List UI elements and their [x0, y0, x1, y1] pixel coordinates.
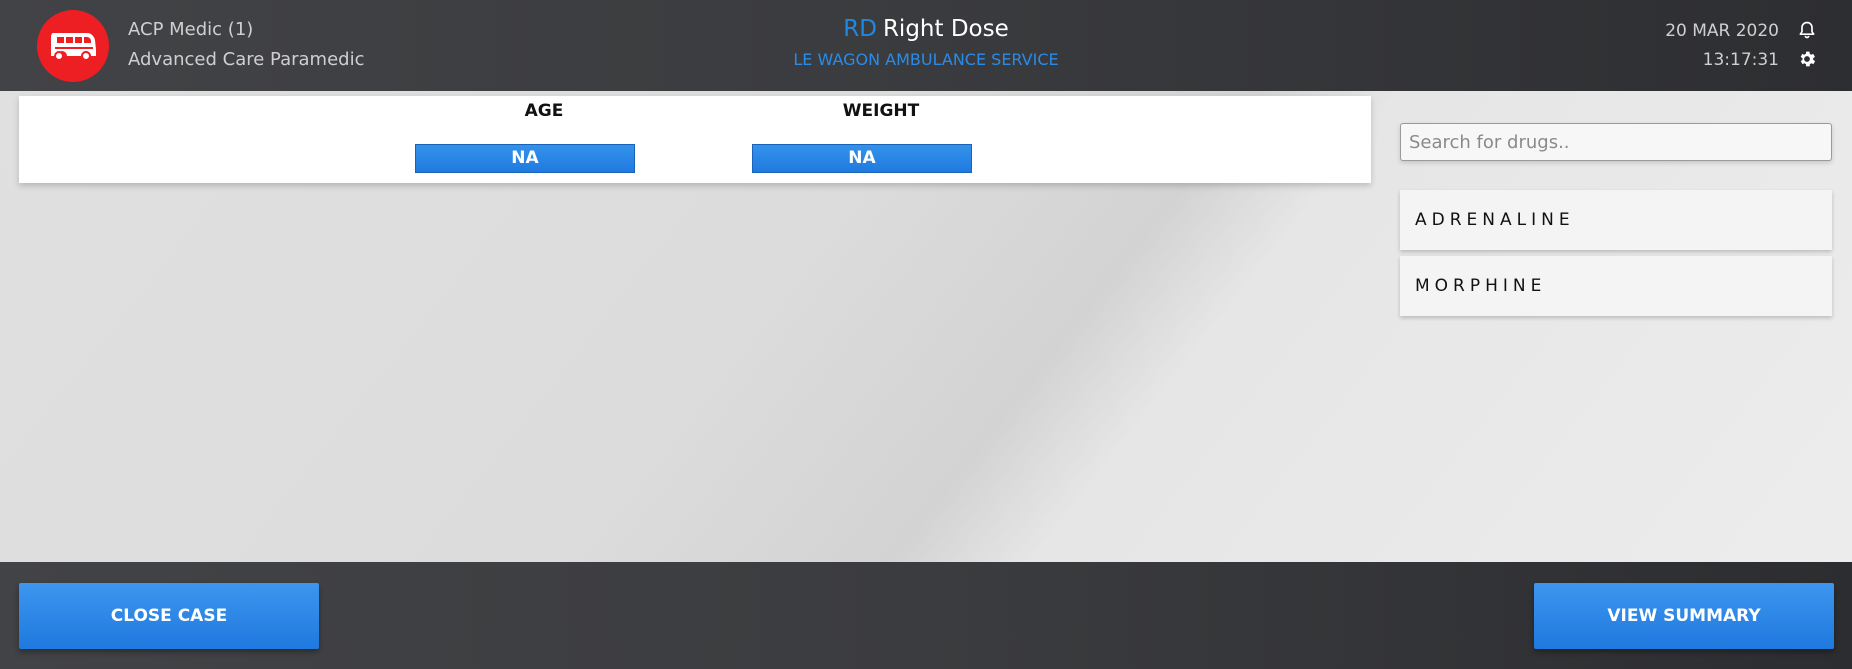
close-case-button[interactable]: CLOSE CASE	[19, 583, 319, 649]
age-label: AGE	[524, 101, 564, 121]
ambulance-bus-icon	[51, 33, 96, 61]
bell-icon[interactable]	[1797, 20, 1817, 40]
current-date: 20 MAR 2020	[1665, 21, 1779, 41]
view-summary-button[interactable]: VIEW SUMMARY	[1534, 583, 1834, 649]
user-role: Advanced Care Paramedic	[128, 49, 365, 70]
patient-panel: AGE NA WEIGHT NA	[19, 96, 1371, 183]
service-name: LE WAGON AMBULANCE SERVICE	[793, 50, 1059, 69]
drug-search-input[interactable]	[1400, 123, 1832, 161]
current-time: 13:17:31	[1702, 50, 1779, 70]
drug-item-morphine[interactable]: MORPHINE	[1400, 256, 1832, 316]
weight-label: WEIGHT	[842, 101, 920, 121]
brand-name: Right Dose	[882, 16, 1009, 42]
brand-abbr: RD	[843, 16, 877, 42]
user-name: ACP Medic (1)	[128, 19, 254, 40]
age-value-button[interactable]: NA	[415, 144, 635, 173]
app-root: ACP Medic (1) Advanced Care Paramedic RD…	[0, 0, 1852, 669]
weight-value-button[interactable]: NA	[752, 144, 972, 173]
drug-item-adrenaline[interactable]: ADRENALINE	[1400, 190, 1832, 250]
top-header: ACP Medic (1) Advanced Care Paramedic RD…	[0, 0, 1852, 91]
app-brand: RD Right Dose	[843, 16, 1009, 42]
ambulance-logo-icon	[37, 10, 109, 82]
gear-icon[interactable]	[1797, 49, 1817, 69]
